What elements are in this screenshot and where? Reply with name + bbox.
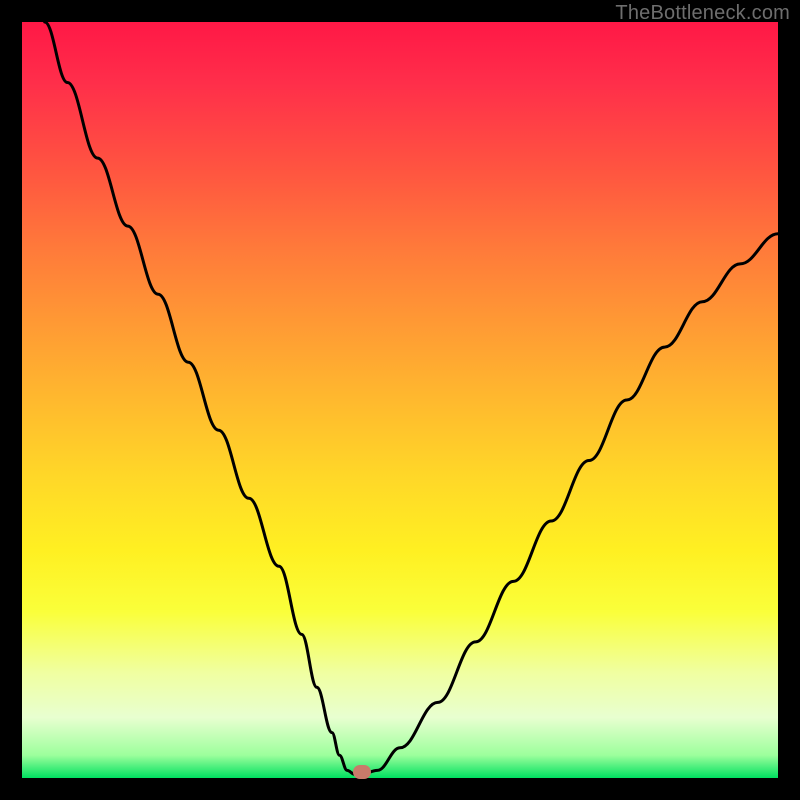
optimal-point-marker bbox=[353, 765, 371, 779]
plot-area bbox=[22, 22, 778, 778]
bottleneck-curve bbox=[45, 22, 778, 774]
curve-svg bbox=[22, 22, 778, 778]
watermark-text: TheBottleneck.com bbox=[615, 2, 790, 25]
chart-container: TheBottleneck.com bbox=[0, 0, 800, 800]
